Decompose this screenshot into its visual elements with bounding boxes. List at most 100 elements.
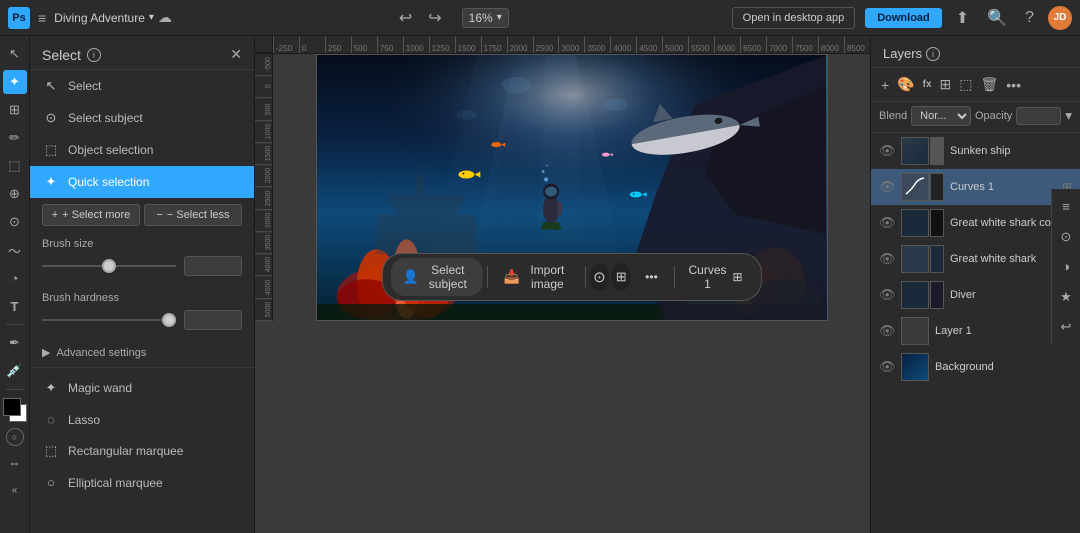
brush-hardness-slider[interactable] — [42, 319, 176, 321]
select-item-label: Select — [68, 79, 101, 93]
quick-selection-icon: ✦ — [42, 174, 60, 190]
panel-title-text: Select — [42, 47, 81, 63]
layer-row-great-white-shark[interactable]: 👁 Great white shark — [871, 241, 1080, 277]
layer-thumb-group — [901, 353, 929, 381]
zoom-control[interactable]: 16% ▾ — [462, 8, 509, 28]
panel-header: Select i ✕ — [30, 36, 254, 70]
select-less-label: − Select less — [167, 209, 230, 221]
curves-button[interactable]: Curves 1 ⊞ — [678, 258, 752, 296]
panel-title: Select i — [42, 47, 101, 63]
import-image-label: Import image — [526, 263, 569, 291]
layer-mask-thumb — [930, 173, 944, 201]
hamburger-icon[interactable]: ≡ — [38, 10, 46, 26]
redo-button[interactable]: ↪ — [424, 6, 445, 30]
panel-item-elliptical-marquee[interactable]: ○ Elliptical marquee — [30, 467, 254, 498]
panel-item-select[interactable]: ↖ Select — [30, 70, 254, 102]
panel-item-object-selection[interactable]: ⬚ Object selection — [30, 134, 254, 166]
opacity-input[interactable]: 100% — [1016, 107, 1061, 125]
panel-item-select-subject[interactable]: ⊙ Select subject — [30, 102, 254, 134]
blend-label: Blend — [879, 110, 907, 122]
panel-item-magic-wand[interactable]: ✦ Magic wand — [30, 372, 254, 404]
panel-item-quick-selection[interactable]: ✦ Quick selection — [30, 166, 254, 198]
toolbar-separator — [487, 266, 488, 288]
visibility-icon[interactable]: 👁 — [879, 359, 895, 375]
dodge-tool-btn[interactable]: ◔ — [3, 266, 27, 290]
blend-mode-select[interactable]: Nor... — [911, 106, 971, 126]
select-tool-btn[interactable]: ↖ — [3, 42, 27, 66]
brush-hardness-input[interactable]: 100% — [184, 310, 242, 330]
opacity-chevron[interactable]: ▾ — [1065, 108, 1072, 124]
layer-row-curves-1[interactable]: 👁 Curves 1 ⊞ — [871, 169, 1080, 205]
pen-tool-btn[interactable]: ✒ — [3, 331, 27, 355]
undo-button[interactable]: ↩ — [395, 6, 416, 30]
circle-tool-btn[interactable]: ○ — [6, 428, 24, 446]
text-tool-btn[interactable]: T — [3, 294, 27, 318]
info-icon[interactable]: i — [87, 48, 101, 62]
cloud-icon: ☁ — [158, 9, 172, 26]
clone-stamp-btn[interactable]: ⊙ — [3, 210, 27, 234]
select-more-button[interactable]: + + Select more — [42, 204, 140, 226]
topbar-icons: ⬆ 🔍 ? JD — [952, 6, 1072, 30]
share-icon[interactable]: ⬆ — [952, 6, 973, 30]
open-desktop-button[interactable]: Open in desktop app — [732, 7, 856, 29]
visibility-icon[interactable]: 👁 — [879, 323, 895, 339]
select-less-button[interactable]: − − Select less — [144, 204, 242, 226]
canvas-content[interactable]: 👤 Select subject 📥 Import image ⊙ ⊞ ••• — [273, 54, 870, 321]
close-panel-button[interactable]: ✕ — [230, 46, 242, 63]
quick-select-btn[interactable]: ✦ — [3, 70, 27, 94]
history-icon[interactable]: ↩ — [1052, 313, 1080, 341]
brush-tool-btn[interactable]: ✏ — [3, 126, 27, 150]
transform-btn[interactable]: ⊞ — [611, 263, 631, 291]
collapse-sidebar-btn[interactable]: « — [3, 478, 27, 502]
more-layers-button[interactable]: ••• — [1004, 75, 1023, 95]
more-options-button[interactable]: ••• — [633, 265, 670, 289]
layer-row-background[interactable]: 👁 Background — [871, 349, 1080, 385]
layer-row-layer-1[interactable]: 👁 Layer 1 — [871, 313, 1080, 349]
layer-row-diver[interactable]: 👁 Diver — [871, 277, 1080, 313]
lasso-icon: ◌ — [42, 412, 60, 427]
panel-item-lasso[interactable]: ◌ Lasso — [30, 404, 254, 435]
panel-item-rect-marquee[interactable]: ⬚ Rectangular marquee — [30, 435, 254, 467]
visibility-icon[interactable]: 👁 — [879, 251, 895, 267]
visibility-icon[interactable]: 👁 — [879, 287, 895, 303]
visibility-icon[interactable]: 👁 — [879, 179, 895, 195]
eyedropper-btn[interactable]: 💉 — [3, 359, 27, 383]
advanced-settings-toggle[interactable]: ▶ Advanced settings — [30, 338, 254, 367]
layer-fx-button[interactable]: fx — [921, 77, 934, 92]
layer-row-sunken-ship[interactable]: 👁 Sunken ship — [871, 133, 1080, 169]
other-tools-group: ✦ Magic wand ◌ Lasso ⬚ Rectangular marqu… — [30, 367, 254, 502]
circle-select-btn[interactable]: ⊙ — [590, 263, 610, 291]
layer-style-button[interactable]: 🎨 — [895, 74, 916, 95]
search-icon[interactable]: 🔍 — [983, 6, 1011, 30]
eraser-tool-btn[interactable]: ⬚ — [3, 154, 27, 178]
toolbar-separator-3 — [674, 266, 675, 288]
properties-icon[interactable]: ⊙ — [1052, 223, 1080, 251]
healing-tool-btn[interactable]: ⊕ — [3, 182, 27, 206]
import-image-button[interactable]: 📥 Import image — [492, 258, 581, 296]
layer-group-button[interactable]: ⬚ — [957, 74, 974, 95]
move-arrow-btn[interactable]: ⇔ — [3, 450, 27, 474]
visibility-icon[interactable]: 👁 — [879, 215, 895, 231]
adjustments-icon[interactable]: ◑ — [1052, 253, 1080, 281]
layers-blend-row: Blend Nor... Opacity 100% ▾ — [871, 102, 1080, 133]
help-icon[interactable]: ? — [1021, 7, 1038, 29]
layers-info-icon[interactable]: i — [926, 47, 940, 61]
brush-size-slider[interactable] — [42, 265, 176, 267]
delete-layer-button[interactable]: 🗑 — [979, 74, 1001, 95]
smudge-tool-btn[interactable]: 〜 — [3, 238, 27, 262]
download-button[interactable]: Download — [865, 8, 942, 28]
avatar[interactable]: JD — [1048, 6, 1072, 30]
opacity-label: Opacity — [975, 110, 1012, 122]
select-subject-button[interactable]: 👤 Select subject — [390, 258, 483, 296]
rect-marquee-icon: ⬚ — [42, 443, 60, 459]
add-layer-button[interactable]: + — [879, 75, 891, 95]
styles-icon[interactable]: ★ — [1052, 283, 1080, 311]
layers-panel-icon[interactable]: ≡ — [1052, 193, 1080, 221]
layer-thumb-group — [901, 281, 944, 309]
fg-color-swatch[interactable] — [3, 398, 21, 416]
brush-size-input[interactable]: 1000 px — [184, 256, 242, 276]
crop-tool-btn[interactable]: ⊞ — [3, 98, 27, 122]
visibility-icon[interactable]: 👁 — [879, 143, 895, 159]
layer-mask-button[interactable]: ⊞ — [938, 74, 954, 95]
layer-row-great-white-shark-co[interactable]: 👁 Great white shark co... — [871, 205, 1080, 241]
